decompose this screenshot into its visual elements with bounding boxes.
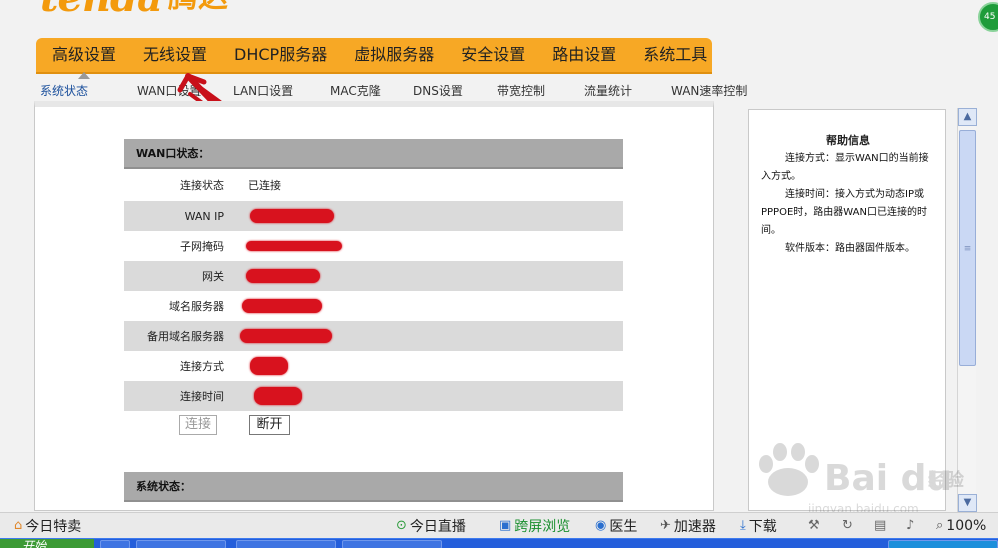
download-icon: ⤓ (740, 518, 746, 533)
subnav-mac-clone[interactable]: MAC克隆 (330, 82, 413, 99)
nav-divider (36, 72, 712, 74)
connection-type-label: 连接方式 (180, 360, 224, 373)
nav-security-settings[interactable]: 安全设置 (447, 38, 538, 72)
refresh-icon[interactable]: ↻ (842, 518, 853, 533)
subnav-wan-rate-control[interactable]: WAN速率控制 (671, 82, 747, 99)
connection-status-label: 连接状态 (180, 179, 224, 192)
paw-icon (759, 443, 819, 496)
logo-text-cn: 腾达 (168, 0, 228, 14)
row-gateway: 网关 (124, 261, 623, 291)
sub-nav: 系统状态 WAN口设置 LAN口设置 MAC克隆 DNS设置 带宽控制 流量统计… (40, 80, 747, 100)
zoom-icon: ⌕ (936, 518, 944, 533)
wan-status-header: WAN口状态： (124, 139, 623, 169)
system-tray (888, 540, 998, 548)
download-label: 下载 (748, 518, 777, 535)
start-button[interactable]: 开始 (0, 539, 94, 548)
system-status-header: 系统状态： (124, 472, 623, 502)
connection-time-redacted (254, 387, 302, 405)
play-icon: ⊙ (396, 518, 407, 533)
connection-type-redacted (250, 357, 288, 375)
help-text-connection-type: 连接方式：显示WAN口的当前接入方式。 (761, 153, 929, 182)
help-title: 帮助信息 (826, 134, 870, 147)
help-text-connection-time: 连接时间：接入方式为动态IP或PPPOE时，路由器WAN口已连接的时间。 (761, 189, 927, 236)
accelerator-link[interactable]: ✈ 加速器 (660, 516, 716, 536)
row-dns-server: 域名服务器 (124, 291, 623, 321)
taskbar: 开始 (0, 538, 998, 548)
window-icon[interactable]: ▤ (874, 518, 886, 533)
zoom-level: 100% (946, 517, 987, 534)
tools-icon[interactable]: ⚒ (808, 518, 820, 533)
doctor-icon: ◉ (595, 518, 607, 533)
nav-advanced-settings[interactable]: 高级设置 (36, 38, 129, 72)
doctor-label: 医生 (609, 518, 638, 535)
logo-text-en: tenda (40, 0, 163, 18)
gateway-label: 网关 (202, 270, 224, 283)
baidu-watermark: Bai du 经验 jingyan.baidu.com (748, 436, 968, 516)
nav-system-tools[interactable]: 系统工具 (629, 38, 720, 72)
backup-dns-redacted (240, 329, 332, 343)
wan-ip-label: WAN IP (184, 209, 224, 223)
taskbar-app-2[interactable] (136, 540, 226, 548)
zoom-control[interactable]: ⌕ 100% (936, 518, 986, 534)
row-connection-type: 连接方式 (124, 351, 623, 381)
gateway-redacted (246, 269, 320, 283)
row-backup-dns: 备用域名服务器 (124, 321, 623, 351)
subnet-mask-redacted (246, 241, 342, 251)
tenda-logo: tenda 腾达 (40, 0, 228, 18)
screen-icon: ▣ (499, 518, 512, 533)
nav-routing-settings[interactable]: 路由设置 (538, 38, 629, 72)
wan-ip-redacted (250, 209, 334, 223)
accelerator-label: 加速器 (673, 518, 716, 535)
notification-badge[interactable]: 45 (978, 2, 998, 32)
taskbar-app-4[interactable] (342, 540, 442, 548)
watermark-cn: 经验 (928, 470, 964, 491)
connection-time-label: 连接时间 (180, 390, 224, 403)
dns-server-label: 域名服务器 (169, 300, 224, 313)
row-connection-time: 连接时间 (124, 381, 623, 411)
subnav-lan-settings[interactable]: LAN口设置 (233, 82, 330, 99)
scroll-up-button[interactable]: ▲ (958, 108, 977, 126)
row-wan-ip: WAN IP (124, 201, 623, 231)
subnav-dns-settings[interactable]: DNS设置 (413, 82, 497, 99)
subnet-mask-label: 子网掩码 (180, 240, 224, 253)
disconnect-button[interactable]: 断开 (249, 415, 290, 435)
today-sale-link[interactable]: ⌂ 今日特卖 (14, 516, 81, 536)
live-label: 今日直播 (409, 518, 466, 535)
taskbar-app-3[interactable] (236, 540, 336, 548)
scroll-thumb[interactable]: ≡ (959, 130, 976, 366)
live-link[interactable]: ⊙ 今日直播 (396, 516, 466, 536)
gift-icon: ⌂ (14, 518, 23, 533)
row-connection-status: 连接状态 已连接 (124, 170, 623, 200)
subnav-system-status[interactable]: 系统状态 (40, 82, 137, 99)
rocket-icon: ✈ (660, 518, 671, 533)
row-subnet-mask: 子网掩码 (124, 231, 623, 261)
connection-status-value: 已连接 (248, 179, 281, 192)
help-text-firmware: 软件版本：路由器固件版本。 (785, 243, 915, 254)
browser-statusbar: ⌂ 今日特卖 ⊙ 今日直播 ▣ 跨屏浏览 ◉ 医生 ✈ 加速器 ⤓ 下载 ⚒ ↻… (0, 512, 998, 538)
volume-icon[interactable]: ♪ (906, 518, 914, 533)
cross-screen-link[interactable]: ▣ 跨屏浏览 (499, 516, 570, 536)
doctor-link[interactable]: ◉ 医生 (595, 516, 637, 536)
connect-button[interactable]: 连接 (179, 415, 217, 435)
active-tab-pointer (78, 72, 90, 79)
nav-wireless-settings[interactable]: 无线设置 (129, 38, 220, 72)
dns-server-redacted (242, 299, 322, 313)
cross-screen-label: 跨屏浏览 (514, 518, 571, 535)
download-link[interactable]: ⤓ 下载 (740, 516, 777, 536)
today-sale-label: 今日特卖 (25, 518, 82, 535)
backup-dns-label: 备用域名服务器 (147, 330, 224, 343)
taskbar-app-1[interactable] (100, 540, 130, 548)
subnav-bandwidth-control[interactable]: 带宽控制 (497, 82, 584, 99)
nav-virtual-server[interactable]: 虚拟服务器 (340, 38, 447, 72)
subnav-traffic-stats[interactable]: 流量统计 (584, 82, 671, 99)
nav-dhcp-server[interactable]: DHCP服务器 (220, 38, 340, 72)
main-nav: 高级设置 无线设置 DHCP服务器 虚拟服务器 安全设置 路由设置 系统工具 (36, 38, 712, 72)
